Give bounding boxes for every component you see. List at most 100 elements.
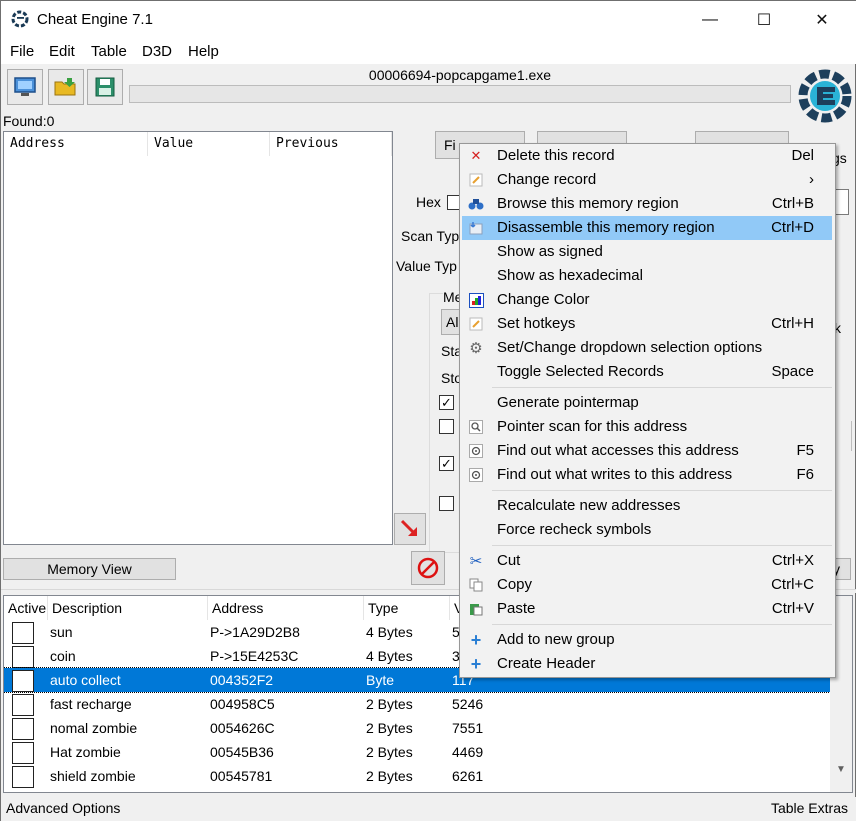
menu-item-change-record[interactable]: Change record › <box>462 168 832 192</box>
menu-item-shortcut: Del <box>791 147 814 164</box>
maximize-button[interactable]: ☐ <box>735 1 793 39</box>
menu-item-recalculate-addresses[interactable]: Recalculate new addresses <box>462 494 832 518</box>
row-type: 2 Bytes <box>366 768 413 784</box>
active-checkbox[interactable] <box>12 646 34 668</box>
menu-item-shortcut: Space <box>771 363 814 380</box>
context-menu: ✕ Delete this record Del Change record ›… <box>459 143 836 678</box>
open-file-button[interactable] <box>48 69 84 105</box>
menu-table[interactable]: Table <box>91 43 127 60</box>
scroll-down-icon[interactable]: ▼ <box>836 764 846 775</box>
computer-icon <box>14 77 36 96</box>
active-checkbox[interactable] <box>12 718 34 740</box>
memory-view-button[interactable]: Memory View <box>3 558 176 580</box>
menu-item-create-header[interactable]: + Create Header <box>462 652 832 676</box>
menu-separator <box>492 387 832 388</box>
red-x-icon: ✕ <box>470 148 482 163</box>
menu-item-browse-memory[interactable]: Browse this memory region Ctrl+B <box>462 192 832 216</box>
save-file-button[interactable] <box>87 69 123 105</box>
menu-item-cut[interactable]: ✂ Cut Ctrl+X <box>462 549 832 573</box>
writable-checkbox[interactable]: ✓ <box>439 395 454 410</box>
menu-help[interactable]: Help <box>188 43 219 60</box>
menu-item-label: Paste <box>497 600 536 617</box>
memory-region-dropdown[interactable]: Al <box>441 309 461 335</box>
row-description: sun <box>50 624 73 640</box>
menu-item-show-as-signed[interactable]: Show as signed <box>462 240 832 264</box>
active-checkbox[interactable] <box>12 622 34 644</box>
table-extras-link[interactable]: Table Extras <box>771 800 848 816</box>
menu-item-dropdown-options[interactable]: ⚙ Set/Change dropdown selection options <box>462 336 832 360</box>
menu-item-paste[interactable]: Paste Ctrl+V <box>462 597 832 621</box>
menu-item-show-as-hex[interactable]: Show as hexadecimal <box>462 264 832 288</box>
menu-item-find-accesses[interactable]: Find out what accesses this address F5 <box>462 439 832 463</box>
column-value[interactable]: Value <box>148 132 270 156</box>
cheat-engine-logo[interactable] <box>795 65 853 127</box>
pause-game-checkbox[interactable] <box>439 496 454 511</box>
column-active[interactable]: Active <box>4 596 48 620</box>
active-checkbox[interactable] <box>12 694 34 716</box>
menu-edit[interactable]: Edit <box>49 43 75 60</box>
magnifier-icon <box>468 419 484 435</box>
menu-item-label: Generate pointermap <box>497 394 639 411</box>
cheat-engine-icon <box>11 10 29 28</box>
find-access-icon <box>468 443 484 459</box>
column-type[interactable]: Type <box>364 596 450 620</box>
menu-item-label: Force recheck symbols <box>497 521 652 538</box>
column-previous[interactable]: Previous <box>270 132 392 156</box>
plus-icon: + <box>470 629 482 650</box>
menu-item-label: Find out what writes to this address <box>497 466 733 483</box>
menu-separator <box>492 545 832 546</box>
menu-item-label: Show as hexadecimal <box>497 267 643 284</box>
add-to-list-button[interactable] <box>394 513 426 545</box>
active-checkbox[interactable] <box>12 766 34 788</box>
row-description: shield zombie <box>50 768 136 784</box>
row-address: 0054626C <box>210 720 275 736</box>
menu-item-label: Set/Change dropdown selection options <box>497 339 763 356</box>
menu-item-label: Delete this record <box>497 147 615 164</box>
red-arrow-icon <box>400 519 417 536</box>
column-description[interactable]: Description <box>48 596 208 620</box>
menu-item-force-recheck-symbols[interactable]: Force recheck symbols <box>462 518 832 542</box>
panel-edge <box>851 421 856 451</box>
minimize-button[interactable]: — <box>681 1 739 39</box>
menu-item-pointer-scan[interactable]: Pointer scan for this address <box>462 415 832 439</box>
scan-progress-bar <box>129 85 791 103</box>
menu-item-label: Pointer scan for this address <box>497 418 688 435</box>
menu-item-shortcut: Ctrl+X <box>771 552 814 569</box>
menu-file[interactable]: File <box>10 43 34 60</box>
executable-checkbox[interactable] <box>439 419 454 434</box>
binoculars-icon <box>468 196 484 212</box>
menu-item-toggle-selected[interactable]: Toggle Selected Records Space <box>462 360 832 384</box>
save-disk-icon <box>95 77 115 97</box>
table-row[interactable]: Hat zombie 00545B36 2 Bytes 4469 <box>4 740 830 764</box>
scan-results-list[interactable]: Address Value Previous <box>3 131 393 545</box>
menu-item-change-color[interactable]: Change Color <box>462 288 832 312</box>
menu-item-delete-record[interactable]: ✕ Delete this record Del <box>462 144 832 168</box>
menu-item-find-writes[interactable]: Find out what writes to this address F6 <box>462 463 832 487</box>
close-button[interactable]: ✕ <box>793 1 851 39</box>
clear-list-button[interactable] <box>411 551 445 585</box>
menu-item-generate-pointermap[interactable]: Generate pointermap <box>462 391 832 415</box>
active-checkbox[interactable] <box>12 742 34 764</box>
active-checkbox[interactable] <box>12 670 34 692</box>
column-address[interactable]: Address <box>208 596 364 620</box>
menu-d3d[interactable]: D3D <box>142 43 172 60</box>
table-row[interactable]: nomal zombie 0054626C 2 Bytes 7551 <box>4 716 830 740</box>
advanced-options-link[interactable]: Advanced Options <box>6 800 120 816</box>
column-address[interactable]: Address <box>4 132 148 156</box>
menu-item-label: Change Color <box>497 291 590 308</box>
menu-item-disassemble-memory[interactable]: Disassemble this memory region Ctrl+D <box>462 216 832 240</box>
menu-item-copy[interactable]: Copy Ctrl+C <box>462 573 832 597</box>
fast-scan-checkbox[interactable]: ✓ <box>439 456 454 471</box>
row-address: P->1A29D2B8 <box>210 624 300 640</box>
row-description: coin <box>50 648 76 664</box>
select-process-button[interactable] <box>7 69 43 105</box>
menu-bar: File Edit Table D3D Help <box>1 39 856 64</box>
open-folder-icon <box>54 78 76 96</box>
menu-item-add-to-new-group[interactable]: + Add to new group <box>462 628 832 652</box>
table-row[interactable]: shield zombie 00545781 2 Bytes 6261 <box>4 764 830 788</box>
gear-icon: ⚙ <box>469 340 483 357</box>
table-row[interactable]: fast recharge 004958C5 2 Bytes 5246 <box>4 692 830 716</box>
menu-item-shortcut: Ctrl+C <box>771 576 814 593</box>
row-value: 6261 <box>452 768 484 784</box>
menu-item-set-hotkeys[interactable]: Set hotkeys Ctrl+H <box>462 312 832 336</box>
